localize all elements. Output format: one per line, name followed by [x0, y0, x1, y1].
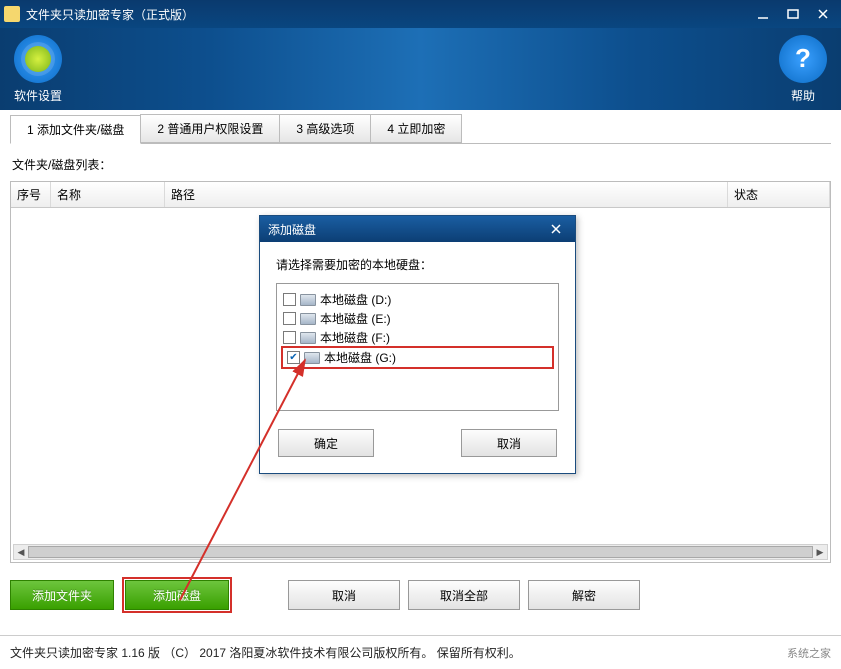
add-disk-dialog: 添加磁盘 请选择需要加密的本地硬盘： 本地磁盘 (D:) 本地磁盘 (E:) 本… [259, 215, 576, 474]
tab-encrypt-now[interactable]: 4 立即加密 [370, 114, 462, 143]
disk-label: 本地磁盘 (E:) [320, 310, 391, 327]
col-index[interactable]: 序号 [11, 182, 51, 207]
tab-user-permissions[interactable]: 2 普通用户权限设置 [140, 114, 280, 143]
dialog-close-button[interactable] [545, 220, 567, 238]
help-label: 帮助 [779, 87, 827, 104]
checkbox[interactable] [283, 331, 296, 344]
disk-icon [300, 294, 316, 306]
tab-add-folder-disk[interactable]: 1 添加文件夹/磁盘 [10, 115, 141, 144]
disk-item-f[interactable]: 本地磁盘 (F:) [281, 328, 554, 347]
disk-item-g[interactable]: 本地磁盘 (G:) [285, 348, 550, 367]
dialog-prompt: 请选择需要加密的本地硬盘： [276, 256, 559, 273]
header-toolbar: 软件设置 ? 帮助 [0, 28, 841, 110]
gear-icon [14, 35, 62, 83]
col-name[interactable]: 名称 [51, 182, 165, 207]
annotation-highlight: 本地磁盘 (G:) [281, 346, 554, 369]
footer-text: 文件夹只读加密专家 1.16 版 （C） 2017 洛阳夏冰软件技术有限公司版权… [10, 644, 521, 661]
close-icon [817, 8, 829, 20]
dialog-title-bar[interactable]: 添加磁盘 [260, 216, 575, 242]
settings-label: 软件设置 [14, 87, 62, 104]
decrypt-button[interactable]: 解密 [528, 580, 640, 610]
checkbox[interactable] [287, 351, 300, 364]
window-title: 文件夹只读加密专家（正式版） [26, 6, 747, 23]
window-title-bar: 文件夹只读加密专家（正式版） [0, 0, 841, 28]
help-icon: ? [779, 35, 827, 83]
checkbox[interactable] [283, 312, 296, 325]
app-icon [4, 6, 20, 22]
maximize-button[interactable] [779, 4, 807, 24]
disk-icon [304, 352, 320, 364]
minimize-button[interactable] [749, 4, 777, 24]
table-header: 序号 名称 路径 状态 [11, 182, 830, 208]
disk-label: 本地磁盘 (D:) [320, 291, 391, 308]
maximize-icon [787, 8, 799, 20]
disk-label: 本地磁盘 (G:) [324, 349, 396, 366]
tab-bar: 1 添加文件夹/磁盘 2 普通用户权限设置 3 高级选项 4 立即加密 [10, 114, 831, 144]
cancel-button[interactable]: 取消 [288, 580, 400, 610]
add-disk-button[interactable]: 添加磁盘 [125, 580, 229, 610]
dialog-title: 添加磁盘 [268, 221, 545, 238]
settings-button[interactable]: 软件设置 [14, 35, 62, 104]
close-icon [550, 223, 562, 235]
col-path[interactable]: 路径 [165, 182, 728, 207]
action-button-row: 添加文件夹 添加磁盘 取消 取消全部 解密 [10, 577, 831, 613]
horizontal-scrollbar[interactable]: ◀ ▶ [13, 544, 828, 560]
minimize-icon [757, 8, 769, 20]
disk-label: 本地磁盘 (F:) [320, 329, 390, 346]
dialog-ok-button[interactable]: 确定 [278, 429, 374, 457]
disk-list: 本地磁盘 (D:) 本地磁盘 (E:) 本地磁盘 (F:) 本地磁盘 (G:) [276, 283, 559, 411]
disk-item-e[interactable]: 本地磁盘 (E:) [281, 309, 554, 328]
help-button[interactable]: ? 帮助 [779, 35, 827, 104]
scroll-right-button[interactable]: ▶ [813, 545, 827, 559]
scroll-thumb[interactable] [28, 546, 813, 558]
col-status[interactable]: 状态 [728, 182, 830, 207]
disk-icon [300, 332, 316, 344]
checkbox[interactable] [283, 293, 296, 306]
add-folder-button[interactable]: 添加文件夹 [10, 580, 114, 610]
close-button[interactable] [809, 4, 837, 24]
footer-brand: 系统之家 [787, 645, 831, 661]
disk-icon [300, 313, 316, 325]
annotation-highlight: 添加磁盘 [122, 577, 232, 613]
tab-advanced-options[interactable]: 3 高级选项 [279, 114, 371, 143]
scroll-left-button[interactable]: ◀ [14, 545, 28, 559]
cancel-all-button[interactable]: 取消全部 [408, 580, 520, 610]
dialog-button-row: 确定 取消 [260, 417, 575, 473]
footer: 文件夹只读加密专家 1.16 版 （C） 2017 洛阳夏冰软件技术有限公司版权… [0, 635, 841, 669]
disk-item-d[interactable]: 本地磁盘 (D:) [281, 290, 554, 309]
dialog-cancel-button[interactable]: 取消 [461, 429, 557, 457]
list-label: 文件夹/磁盘列表： [12, 156, 831, 173]
dialog-body: 请选择需要加密的本地硬盘： 本地磁盘 (D:) 本地磁盘 (E:) 本地磁盘 (… [260, 242, 575, 417]
